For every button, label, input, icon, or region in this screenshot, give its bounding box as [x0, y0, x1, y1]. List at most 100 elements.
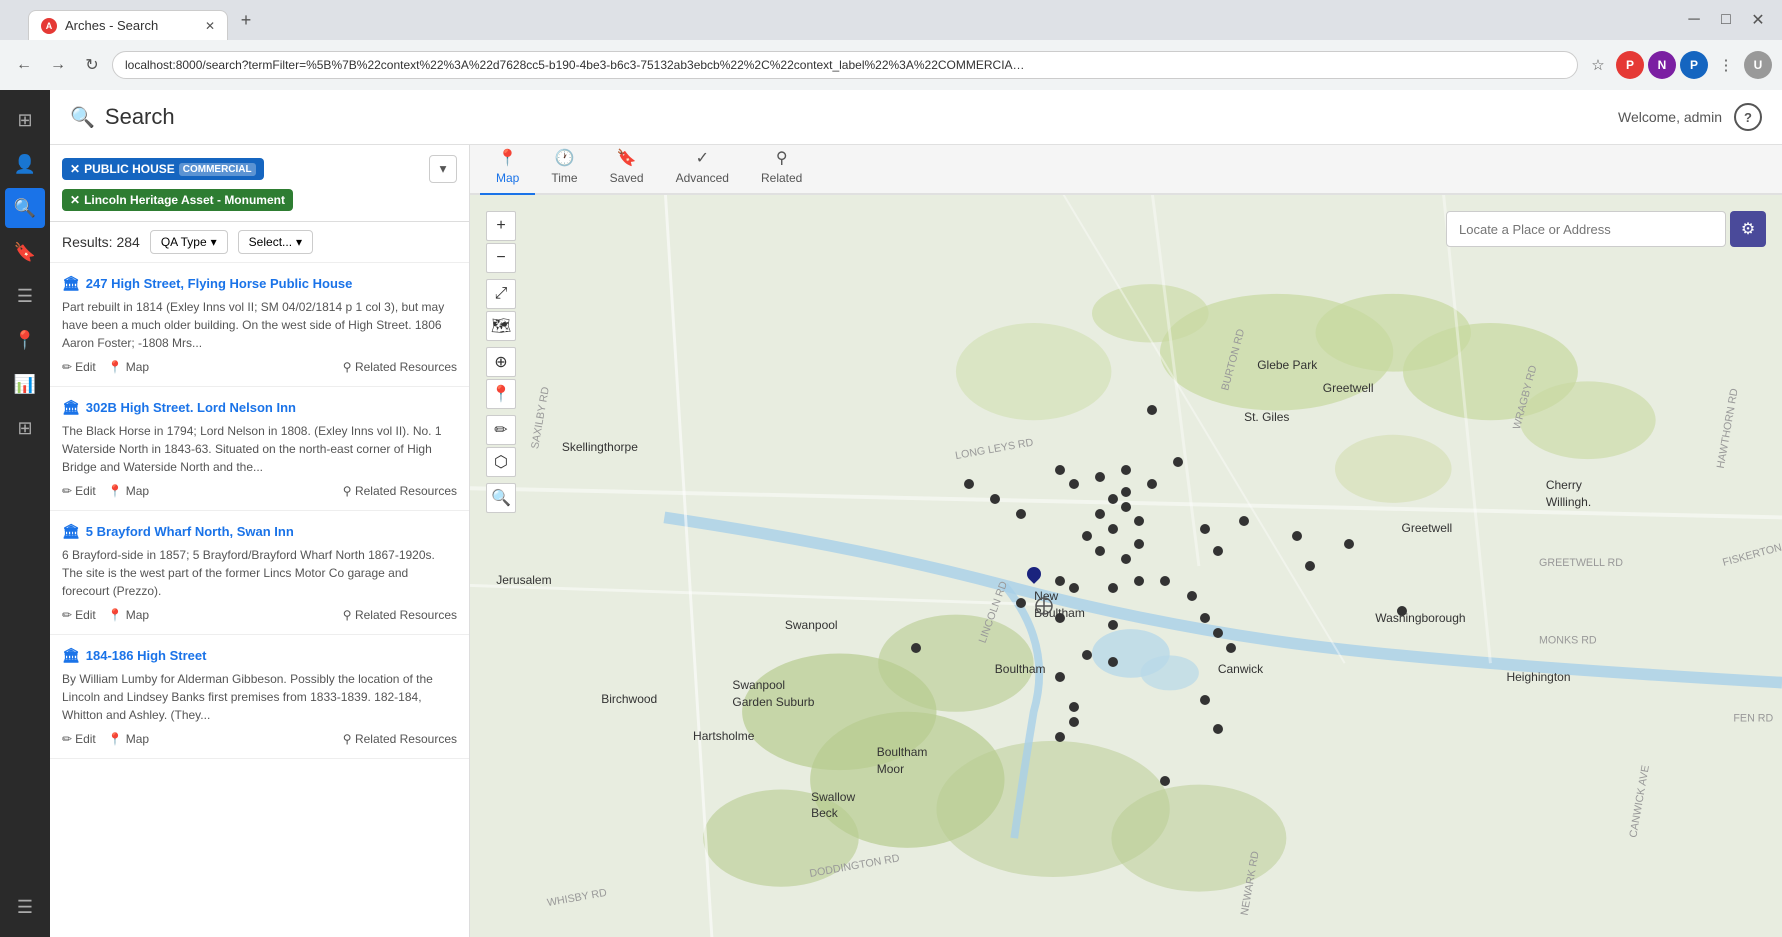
map-pin-icon-3: 📍 [108, 608, 123, 622]
filter-dropdown-button[interactable]: ▾ [429, 155, 457, 183]
zoom-in-button[interactable]: + [486, 211, 516, 241]
result-item-4[interactable]: 🏛 184-186 High Street By William Lumby f… [50, 635, 469, 759]
browser-toolbar: ☆ P N P ⋮ U [1584, 51, 1772, 79]
filter-tag-close-1[interactable]: ✕ [70, 162, 80, 176]
sidebar-item-chart[interactable]: 📊 [5, 364, 45, 404]
map-tab-related-icon: ⚲ [776, 148, 788, 168]
browser-tab-bar: A Arches - Search ✕ + [18, 0, 1672, 40]
result-icon-4: 🏛 [62, 647, 80, 664]
map-container[interactable]: SAXILBY RD LONG LEYS RD BURTON RD WRAGBY… [470, 195, 1782, 937]
sidebar-item-search[interactable]: 🔍 [5, 188, 45, 228]
map-pin [1147, 405, 1157, 415]
close-button[interactable]: ✕ [1744, 6, 1772, 34]
map-pin [1095, 546, 1105, 556]
forward-button[interactable]: → [44, 51, 72, 79]
map-tab-map-label: Map [496, 171, 519, 185]
url-text: localhost:8000/search?termFilter=%5B%7B%… [125, 58, 1025, 72]
results-list: 🏛 247 High Street, Flying Horse Public H… [50, 263, 469, 937]
related-link-1[interactable]: ⚲ Related Resources [343, 360, 457, 374]
map-pin [1200, 695, 1210, 705]
app-sidebar: ⊞ 👤 🔍 🔖 ☰ 📍 📊 ⊞ ☰ [0, 90, 50, 937]
map-link-2[interactable]: 📍 Map [108, 484, 149, 498]
draw-polygon-button[interactable]: ⬡ [486, 447, 516, 477]
sidebar-item-menu-bottom[interactable]: ☰ [5, 887, 45, 927]
result-item[interactable]: 🏛 247 High Street, Flying Horse Public H… [50, 263, 469, 387]
geolocate-button[interactable]: ⊕ [486, 347, 516, 377]
map-pin [1226, 643, 1236, 653]
map-tab-related[interactable]: ⚲ Related [745, 145, 818, 195]
filter-tag-monument[interactable]: ✕ Lincoln Heritage Asset - Monument [62, 189, 293, 211]
tab-close-button[interactable]: ✕ [205, 19, 215, 33]
sidebar-item-person[interactable]: 👤 [5, 144, 45, 184]
profile-avatar-2: N [1648, 51, 1676, 79]
map-link-4[interactable]: 📍 Map [108, 732, 149, 746]
map-pin [1173, 457, 1183, 467]
edit-link-2[interactable]: ✏ Edit [62, 484, 96, 498]
results-header: Results: 284 QA Type ▾ Select... ▾ [50, 222, 469, 263]
map-pin [1121, 487, 1131, 497]
edit-link-4[interactable]: ✏ Edit [62, 732, 96, 746]
minimize-button[interactable]: ─ [1680, 6, 1708, 34]
result-title-text-3: 5 Brayford Wharf North, Swan Inn [86, 524, 294, 539]
sidebar-item-grid[interactable]: ⊞ [5, 408, 45, 448]
sidebar-item-bookmark[interactable]: 🔖 [5, 232, 45, 272]
map-pin [1095, 472, 1105, 482]
results-count: Results: 284 [62, 234, 140, 250]
tab-favicon: A [41, 18, 57, 34]
layers-button[interactable]: 🗺 [486, 311, 516, 341]
zoom-out-button[interactable]: − [486, 243, 516, 273]
map-tab-map[interactable]: 📍 Map [480, 145, 535, 195]
map-pin [911, 643, 921, 653]
edit-link-3[interactable]: ✏ Edit [62, 608, 96, 622]
edit-icon-1: ✏ [62, 360, 72, 374]
map-pin [1344, 539, 1354, 549]
related-link-3[interactable]: ⚲ Related Resources [343, 608, 457, 622]
help-button[interactable]: ? [1734, 103, 1762, 131]
address-bar[interactable]: localhost:8000/search?termFilter=%5B%7B%… [112, 51, 1578, 79]
result-icon-3: 🏛 [62, 523, 80, 540]
qa-type-label: QA Type [161, 235, 207, 249]
map-tab-advanced[interactable]: ✓ Advanced [660, 145, 745, 195]
result-title-3: 🏛 5 Brayford Wharf North, Swan Inn [62, 523, 457, 540]
map-tab-saved-icon: 🔖 [617, 148, 637, 168]
map-pin-icon-4: 📍 [108, 732, 123, 746]
sidebar-item-map[interactable]: 📍 [5, 320, 45, 360]
profile-avatar-red: P [1616, 51, 1644, 79]
reload-button[interactable]: ↻ [78, 51, 106, 79]
browser-tab-active[interactable]: A Arches - Search ✕ [28, 10, 228, 40]
result-item-3[interactable]: 🏛 5 Brayford Wharf North, Swan Inn 6 Bra… [50, 511, 469, 635]
map-pin [1305, 561, 1315, 571]
map-locate-input[interactable] [1446, 211, 1726, 247]
sidebar-item-home[interactable]: ⊞ [5, 100, 45, 140]
result-desc-1: Part rebuilt in 1814 (Exley Inns vol II;… [62, 298, 457, 352]
related-icon-2: ⚲ [343, 484, 352, 498]
filter-tag-public-house[interactable]: ✕ PUBLIC HOUSE COMMERCIAL [62, 158, 264, 180]
maximize-button[interactable]: □ [1712, 6, 1740, 34]
back-button[interactable]: ← [10, 51, 38, 79]
map-pin [1213, 546, 1223, 556]
user-profile[interactable]: U [1744, 51, 1772, 79]
map-pin [1055, 576, 1065, 586]
geolocate-button-2[interactable]: 📍 [486, 379, 516, 409]
map-locate-settings-button[interactable]: ⚙ [1730, 211, 1766, 247]
sidebar-item-list[interactable]: ☰ [5, 276, 45, 316]
extensions-button[interactable]: ⋮ [1712, 51, 1740, 79]
bookmark-star-button[interactable]: ☆ [1584, 51, 1612, 79]
related-link-2[interactable]: ⚲ Related Resources [343, 484, 457, 498]
map-link-1[interactable]: 📍 Map [108, 360, 149, 374]
map-tab-saved[interactable]: 🔖 Saved [594, 145, 660, 195]
map-link-3[interactable]: 📍 Map [108, 608, 149, 622]
edit-link-1[interactable]: ✏ Edit [62, 360, 96, 374]
filter-tag-close-2[interactable]: ✕ [70, 193, 80, 207]
result-title-text-4: 184-186 High Street [86, 648, 207, 663]
select-button[interactable]: Select... ▾ [238, 230, 313, 254]
result-item-2[interactable]: 🏛 302B High Street. Lord Nelson Inn The … [50, 387, 469, 511]
draw-line-button[interactable]: ✏ [486, 415, 516, 445]
new-tab-button[interactable]: + [232, 6, 260, 34]
map-tab-time[interactable]: 🕐 Time [535, 145, 593, 195]
select-label: Select... [249, 235, 292, 249]
fullscreen-button[interactable]: ⤢ [486, 279, 516, 309]
measure-button[interactable]: 🔍 [486, 483, 516, 513]
related-link-4[interactable]: ⚲ Related Resources [343, 732, 457, 746]
qa-type-button[interactable]: QA Type ▾ [150, 230, 228, 254]
